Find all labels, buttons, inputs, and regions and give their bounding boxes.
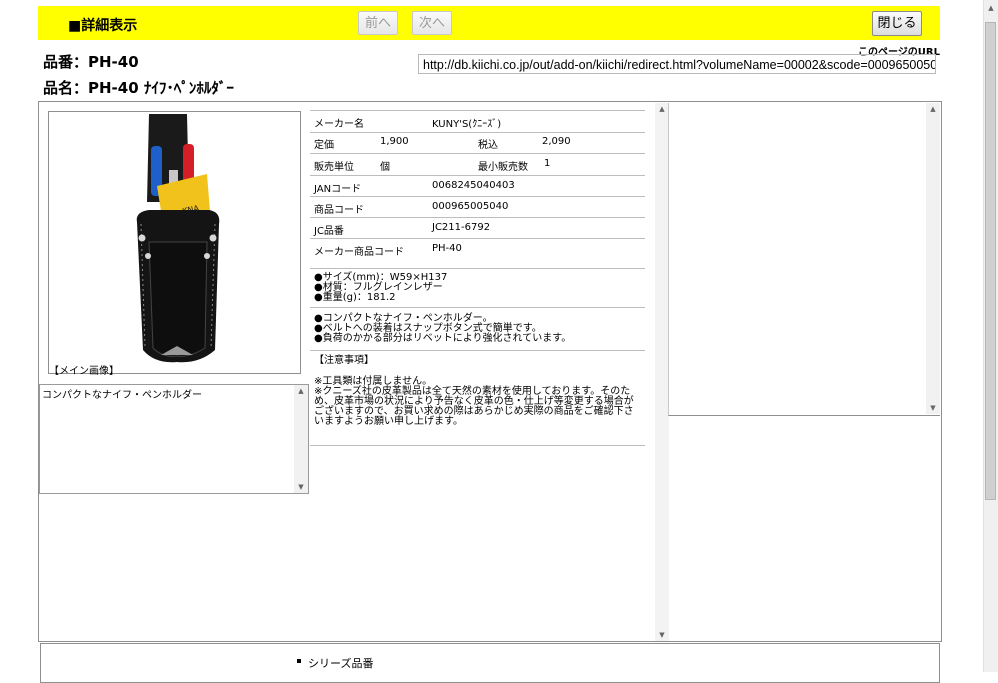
main-image[interactable]: KNA	[48, 111, 301, 374]
description-textarea[interactable]: コンパクトなナイフ・ペンホルダー ▲ ▼	[39, 384, 309, 494]
spec-row-maker-code: メーカー商品コード PH-40	[310, 239, 645, 269]
spec-value: 個	[380, 162, 390, 173]
spec-label: メーカー商品コード	[314, 247, 404, 258]
spec-label: 商品コード	[314, 205, 364, 216]
spec-value: 1	[544, 158, 551, 169]
divider	[310, 445, 645, 446]
detail-scrollbar[interactable]: ▲ ▼	[655, 103, 669, 641]
side-panel-scrollbar[interactable]: ▲ ▼	[926, 103, 940, 414]
page-title: ■詳細表示	[68, 18, 138, 34]
divider	[310, 307, 645, 308]
product-code: 品番：PH-40	[43, 53, 139, 71]
feature-list: ●サイズ(mm)：W59×H137 ●材質：フルグレインレザー ●重量(g)：1…	[314, 273, 447, 303]
scroll-down-icon[interactable]: ▼	[294, 483, 308, 491]
spec-value: KUNY'S(ｸﾆｰｽﾞ)	[432, 119, 502, 130]
spec-row-jc: JC品番 JC211-6792	[310, 218, 645, 239]
notice-text: ※工具類は付属しません。 ※クニーズ社の皮革製品は全て天然の素材を使用しておりま…	[314, 377, 634, 427]
feature-item: ●重量(g)：181.2	[314, 292, 396, 303]
spec-row-item-code: 商品コード 000965005040	[310, 197, 645, 218]
page-scroll-thumb[interactable]	[985, 22, 996, 500]
knife-pen-holder-image: KNA	[136, 114, 220, 363]
prev-button[interactable]: 前へ	[358, 11, 398, 35]
page-url-field[interactable]: http://db.kiichi.co.jp/out/add-on/kiichi…	[418, 54, 936, 74]
point-list: ●コンパクトなナイフ・ペンホルダー。 ●ベルトへの装着はスナップボタン式で簡単で…	[314, 314, 571, 344]
spec-row-unit: 販売単位 個 最小販売数 1	[310, 154, 645, 176]
description-scrollbar[interactable]: ▲ ▼	[294, 385, 308, 493]
spec-value: 000965005040	[432, 201, 509, 212]
spec-label: 販売単位	[314, 162, 354, 173]
spec-value: JC211-6792	[432, 222, 491, 233]
notice-heading: 【注意事項】	[314, 355, 374, 366]
side-panel: ▲ ▼	[668, 103, 940, 416]
spec-row-maker: メーカー名 KUNY'S(ｸﾆｰｽﾞ)	[310, 110, 645, 133]
scroll-down-icon[interactable]: ▼	[926, 404, 940, 412]
spec-value: 1,900	[380, 136, 409, 147]
scroll-up-icon[interactable]: ▲	[655, 105, 669, 113]
image-caption: 【メイン画像】	[49, 366, 119, 377]
series-frame	[40, 643, 940, 683]
bullet-icon	[297, 659, 301, 663]
spec-row-price: 定価 1,900 税込 2,090	[310, 132, 645, 154]
header-bar: ■詳細表示 前へ 次へ 閉じる	[38, 6, 940, 40]
notice-line: いますようお願い申し上げます。	[314, 416, 463, 427]
spec-label: メーカー名	[314, 119, 364, 130]
spec-label: 最小販売数	[478, 162, 528, 173]
spec-row-jan: JANコード 0068245040403	[310, 176, 645, 197]
close-button[interactable]: 閉じる	[872, 11, 922, 36]
spec-label: JANコード	[314, 184, 362, 195]
spec-label: 定価	[314, 140, 334, 151]
series-label: シリーズ品番	[308, 657, 374, 670]
spec-value: PH-40	[432, 243, 462, 254]
spec-value: 0068245040403	[432, 180, 515, 191]
spec-label: 税込	[478, 140, 498, 151]
point-item: ●負荷のかかる部分はリベットにより強化されています。	[314, 333, 572, 344]
divider	[310, 350, 645, 351]
spec-label: JC品番	[314, 226, 344, 237]
scroll-up-icon[interactable]: ▲	[984, 4, 998, 12]
spec-value: 2,090	[542, 136, 571, 147]
description-text: コンパクトなナイフ・ペンホルダー	[42, 390, 202, 401]
scroll-up-icon[interactable]: ▲	[294, 387, 308, 395]
next-button[interactable]: 次へ	[412, 11, 452, 35]
product-name: 品名：PH-40 ﾅｲﾌ･ﾍﾟﾝﾎﾙﾀﾞｰ	[43, 79, 234, 97]
scroll-down-icon[interactable]: ▼	[655, 631, 669, 639]
scroll-up-icon[interactable]: ▲	[926, 105, 940, 113]
